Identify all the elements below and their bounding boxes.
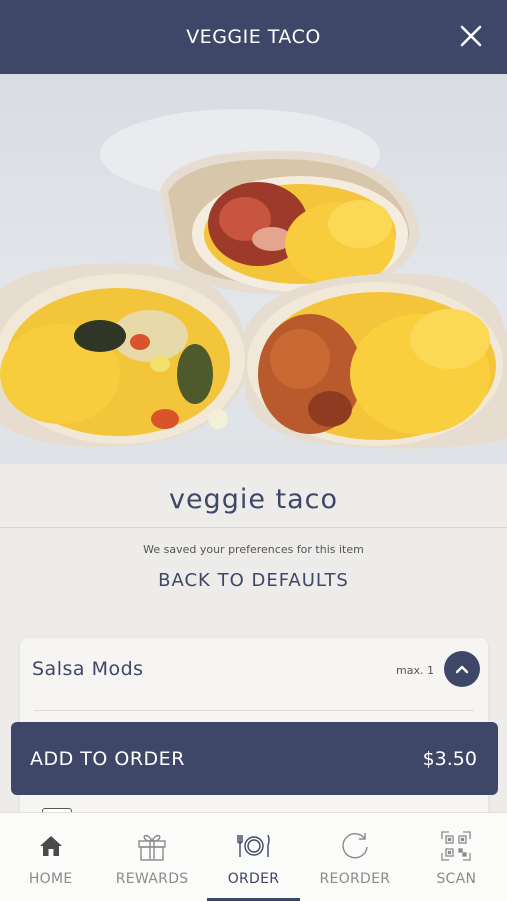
bottom-tab-bar: HOME REWARDS ORDER REORDER SCAN (0, 812, 507, 901)
header-title: VEGGIE TACO (186, 26, 321, 48)
header-bar: VEGGIE TACO (0, 0, 507, 74)
divider (0, 527, 507, 528)
modifier-max-label: max. 1 (396, 664, 434, 677)
tab-rewards[interactable]: REWARDS (101, 813, 202, 901)
tab-label: REWARDS (115, 871, 189, 887)
add-to-order-label: ADD TO ORDER (30, 748, 185, 770)
qr-code-icon (438, 829, 474, 863)
tab-label: HOME (28, 871, 73, 887)
tab-label: REORDER (319, 871, 391, 887)
card-divider (34, 710, 474, 711)
order-price: $3.50 (422, 748, 477, 770)
home-icon (33, 829, 69, 863)
tab-order[interactable]: ORDER (203, 813, 304, 901)
collapse-button[interactable] (444, 651, 480, 687)
plate-icon (236, 829, 272, 863)
tab-label: ORDER (227, 871, 280, 887)
gift-icon (134, 829, 170, 863)
close-icon (460, 25, 482, 47)
tab-scan[interactable]: SCAN (406, 813, 507, 901)
modifier-group-title: Salsa Mods (32, 658, 144, 680)
close-button[interactable] (457, 22, 485, 50)
tab-label: SCAN (436, 871, 477, 887)
tab-home[interactable]: HOME (0, 813, 101, 901)
chevron-up-icon (455, 665, 469, 674)
saved-preferences-note: We saved your preferences for this item (143, 543, 364, 556)
back-to-defaults-button[interactable]: BACK TO DEFAULTS (0, 570, 507, 591)
add-to-order-button[interactable]: ADD TO ORDER $3.50 (11, 722, 498, 795)
tab-reorder[interactable]: REORDER (304, 813, 405, 901)
item-title: veggie taco (168, 484, 339, 515)
refresh-icon (337, 829, 373, 863)
item-photo (0, 74, 507, 464)
